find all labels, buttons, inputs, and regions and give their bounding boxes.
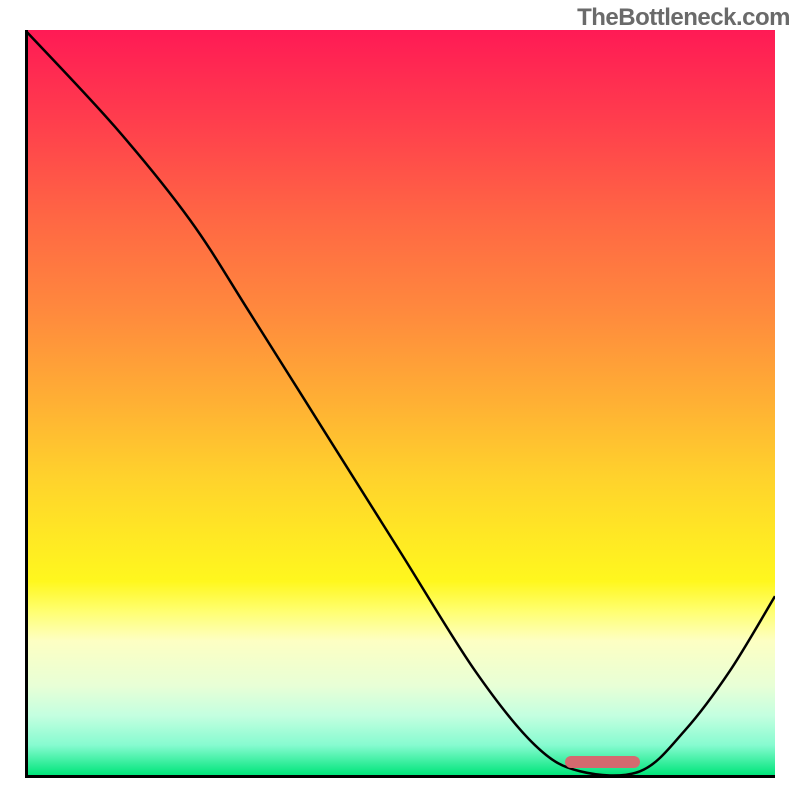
x-axis [25, 775, 775, 778]
attribution-text: TheBottleneck.com [577, 4, 790, 32]
optimum-range-marker [565, 756, 640, 768]
chart-container: TheBottleneck.com [0, 0, 800, 800]
y-axis [25, 30, 28, 775]
plot-gradient-area [25, 30, 775, 775]
